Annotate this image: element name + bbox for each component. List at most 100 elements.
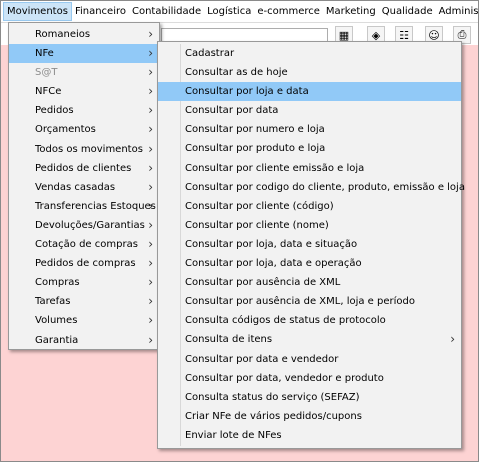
menu-item-label: Devoluções/Garantias [35,219,145,231]
menu-item[interactable]: Orçamentos › [9,120,159,139]
chevron-right-icon: › [148,46,153,61]
menubar-item[interactable]: Qualidade [379,2,436,21]
menu-item-label: Consultar por numero e loja [185,124,325,136]
menu-item[interactable]: Consultar por ausência de XML, loja e pe… [158,292,461,311]
menu-item[interactable]: Consultar por cliente emissão e loja [158,159,461,178]
movimentos-menu: Romaneios › NFe › S@T › NFCe › Pedidos › Orçamento… [8,22,160,350]
chevron-right-icon: › [148,122,153,137]
menu-item[interactable]: Consultar por data, vendedor e produto [158,369,461,388]
menu-item-label: Pedidos [35,105,74,117]
menu-item-label: Romaneios [35,29,91,40]
menu-item[interactable]: Consultar por numero e loja [158,120,461,139]
menu-item[interactable]: Consultar por codigo do cliente, produto… [158,178,465,197]
menu-item-label: Consultar por cliente emissão e loja [185,162,365,174]
menu-item[interactable]: Consultar por produto e loja [158,139,461,158]
menu-item-label: Consultar por loja, data e operação [185,258,362,270]
chevron-right-icon: › [450,332,455,347]
menu-item-label: Consultar por ausência de XML [185,277,341,289]
menubar-item[interactable]: Logística [204,2,254,21]
chevron-right-icon: › [148,84,153,99]
menu-item[interactable]: Consultar por loja, data e operação [158,254,461,273]
menubar-item[interactable]: Movimentos [3,2,72,21]
menu-item-label: Consulta de itens [185,334,273,346]
menu-item[interactable]: Cotação de compras › [9,235,159,254]
menu-item[interactable]: Consultar por cliente (código) [158,197,461,216]
menu-item-label: Consultar por codigo do cliente, produto… [185,181,465,193]
menu-item[interactable]: Consulta status do serviço (SEFAZ) [158,388,461,407]
menu-item[interactable]: Consultar por data [158,101,461,120]
menu-item[interactable]: Tarefas › [9,292,159,311]
menubar-item[interactable]: Contabilidade [129,2,204,21]
menu-item-label: Consultar por ausência de XML, loja e pe… [185,296,415,308]
menubar-item[interactable]: e-commerce [254,2,323,21]
menu-bar: Movimentos Financeiro Contabilidade Logísti… [1,1,478,23]
menubar-item[interactable]: Administraç [436,2,478,21]
menu-item-label: Pedidos de clientes [35,162,132,174]
chevron-right-icon: › [148,217,153,232]
nfe-submenu: Cadastrar Consultar as de hoje Consultar p… [157,41,465,449]
menu-item-label: Consultar por data e vendedor [185,353,339,365]
chevron-right-icon: › [148,160,153,175]
menu-item-label: Consultar por cliente (nome) [185,219,329,231]
menu-item-label: Pedidos de compras [35,258,136,270]
menu-item-label: Volumes [35,315,78,327]
menu-item-label: NFe [35,48,54,60]
menu-item-label: NFCe [35,86,62,98]
chevron-right-icon: › [148,332,153,347]
menu-item-label: Criar NFe de vários pedidos/cupons [185,410,362,422]
menu-item-label: Consultar por cliente (código) [185,200,334,212]
menu-item[interactable]: Vendas casadas › [9,178,159,197]
menu-item[interactable]: Consultar por cliente (nome) [158,216,461,235]
menu-item[interactable]: Consulta códigos de status de protocolo [158,311,461,330]
menu-item-label: Vendas casadas [35,181,116,193]
menu-item[interactable]: Cadastrar [158,44,461,63]
menu-item[interactable]: Transferencias Estoques › [9,197,159,216]
chevron-right-icon: › [148,141,153,156]
menu-item-label: Tarefas [35,296,71,308]
menu-item-label: Consultar por produto e loja [185,143,326,155]
menu-item[interactable]: Compras › [9,273,159,292]
menubar-item[interactable]: Financeiro [72,2,129,21]
menu-item[interactable]: Criar NFe de vários pedidos/cupons [158,407,461,426]
menu-item-label: Consultar por loja e data [185,86,309,98]
menu-item[interactable]: Consultar por ausência de XML [158,273,461,292]
menu-item-label: Consultar por data, vendedor e produto [185,372,384,384]
menu-item-label: Cotação de compras [35,239,138,251]
menu-item[interactable]: NFe › [9,44,159,64]
menu-item[interactable]: Romaneios › [9,25,159,44]
menu-item[interactable]: Garantia › [9,331,159,350]
menu-item-label: S@T [35,67,58,79]
menu-item[interactable]: Enviar lote de NFes [158,426,461,445]
chevron-right-icon: › [148,179,153,194]
menu-item-label: Enviar lote de NFes [185,429,282,441]
chevron-right-icon: › [148,275,153,290]
menubar-item[interactable]: Marketing [323,2,379,21]
menu-item-label: Consultar por data [185,105,279,117]
chevron-right-icon: › [148,103,153,118]
menu-item[interactable]: Consulta de itens › [158,330,461,349]
menu-item: S@T › [9,63,159,82]
menu-item-label: Todos os movimentos [35,143,143,155]
menu-item-label: Consultar por loja, data e situação [185,238,358,250]
menu-item[interactable]: Pedidos de clientes › [9,159,159,178]
menu-item-label: Orçamentos [35,124,96,136]
chevron-right-icon: › [148,313,153,328]
menu-item[interactable]: Consultar as de hoje [158,63,461,82]
menu-item[interactable]: NFCe › [9,82,159,101]
chevron-right-icon: › [148,65,153,80]
menu-item[interactable]: Volumes › [9,311,159,330]
menu-item[interactable]: Consultar por data e vendedor [158,350,461,369]
menu-item-label: Consultar as de hoje [185,67,288,79]
menu-item-label: Garantia [35,334,79,346]
menu-item[interactable]: Pedidos › [9,101,159,120]
menu-item-label: Consulta códigos de status de protocolo [185,315,386,327]
menu-item-label: Transferencias Estoques [35,200,156,212]
menu-item-label: Cadastrar [185,48,235,59]
menu-item[interactable]: Todos os movimentos › [9,140,159,159]
menu-item-label: Compras [35,277,80,289]
menu-item[interactable]: Consultar por loja e data [158,82,461,102]
menu-item[interactable]: Pedidos de compras › [9,254,159,273]
menu-item[interactable]: Devoluções/Garantias › [9,216,159,235]
chevron-right-icon: › [148,237,153,252]
menu-item[interactable]: Consultar por loja, data e situação [158,235,461,254]
